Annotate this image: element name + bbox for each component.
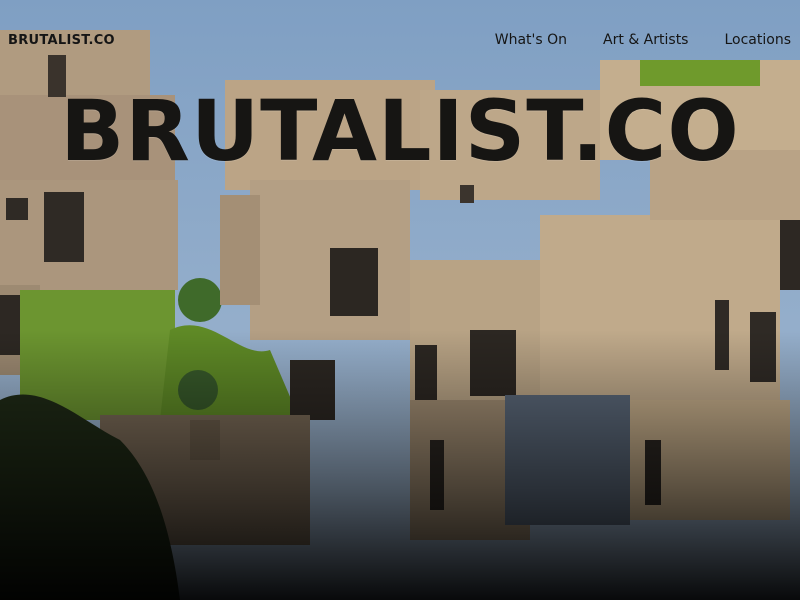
main-nav: What's On Art & Artists Locations: [495, 32, 791, 48]
site-logo[interactable]: BRUTALIST.CO: [8, 33, 115, 48]
nav-link-art-artists[interactable]: Art & Artists: [603, 32, 688, 48]
hero-title: BRUTALIST.CO: [60, 82, 740, 180]
hero-section: BRUTALIST.CO BRUTALIST.CO What's On Art …: [0, 0, 800, 600]
nav-link-whats-on[interactable]: What's On: [495, 32, 567, 48]
nav-link-locations[interactable]: Locations: [724, 32, 791, 48]
